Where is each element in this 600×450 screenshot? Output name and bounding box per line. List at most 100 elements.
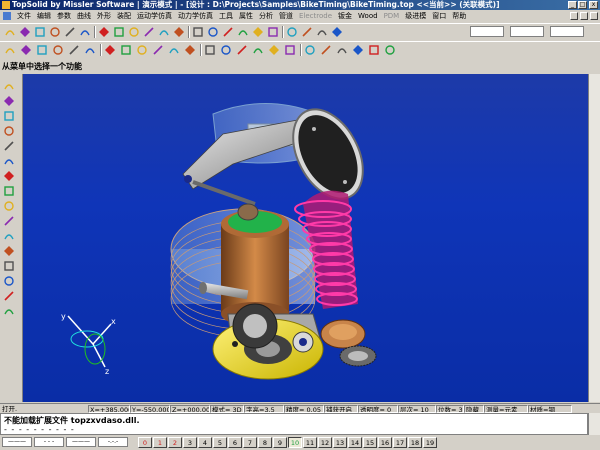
status-measure[interactable]: 测量=元素 — [484, 405, 528, 413]
line-style-box[interactable]: ——— — [2, 437, 32, 447]
pen-combo[interactable] — [550, 26, 584, 37]
hole-icon[interactable] — [320, 44, 332, 56]
electrode-icon[interactable] — [3, 305, 17, 319]
component-icon[interactable] — [3, 245, 17, 259]
line-icon[interactable] — [4, 44, 16, 56]
layer-button-5[interactable]: 5 — [213, 437, 227, 448]
paste-icon[interactable] — [143, 26, 155, 38]
app-icon[interactable] — [2, 1, 10, 9]
line-style-box[interactable]: - - - — [34, 437, 64, 447]
surface-icon[interactable] — [3, 125, 17, 139]
print-icon[interactable] — [49, 26, 61, 38]
status-material[interactable]: 材质=钢 — [528, 405, 572, 413]
spline-icon[interactable] — [84, 44, 96, 56]
rectangle-icon[interactable] — [52, 44, 64, 56]
layer-button-19[interactable]: 19 — [423, 437, 437, 448]
dimension-icon[interactable] — [352, 44, 364, 56]
boolean-icon[interactable] — [268, 44, 280, 56]
minimize-button[interactable]: _ — [568, 1, 577, 9]
point-icon[interactable] — [120, 44, 132, 56]
rotate-icon[interactable] — [222, 26, 234, 38]
status-snap[interactable]: 捕获开启 — [324, 405, 358, 413]
grid-icon[interactable] — [331, 26, 343, 38]
doc-close-button[interactable] — [590, 12, 598, 20]
status-precision[interactable]: 精度= 0.05 — [284, 405, 324, 413]
cut-icon[interactable] — [336, 44, 348, 56]
menu-item[interactable]: 动力学仿真 — [175, 10, 216, 22]
library-icon[interactable] — [3, 275, 17, 289]
curve-icon[interactable] — [3, 95, 17, 109]
measure-icon[interactable] — [192, 26, 204, 38]
menu-item[interactable]: 编辑 — [34, 10, 54, 22]
window-icon[interactable] — [173, 26, 185, 38]
layer-button-8[interactable]: 8 — [258, 437, 272, 448]
layer-button-15[interactable]: 15 — [363, 437, 377, 448]
circle-icon[interactable] — [36, 44, 48, 56]
wood-icon[interactable] — [3, 290, 17, 304]
layer-button-3[interactable]: 3 — [183, 437, 197, 448]
delete-icon[interactable] — [98, 26, 110, 38]
cut-icon[interactable] — [113, 26, 125, 38]
shape-icon[interactable] — [3, 140, 17, 154]
status-transparency[interactable]: 透明度= 0 — [358, 405, 398, 413]
material-icon[interactable] — [3, 230, 17, 244]
arc-icon[interactable] — [20, 44, 32, 56]
inquire-icon[interactable] — [384, 44, 396, 56]
layer-button-1[interactable]: 1 — [153, 437, 167, 448]
menu-item[interactable]: 帮助 — [449, 10, 469, 22]
doc-restore-button[interactable] — [580, 12, 588, 20]
menu-item[interactable]: 工具 — [216, 10, 236, 22]
engine-model[interactable]: y x z — [23, 74, 588, 402]
redo-icon[interactable] — [79, 26, 91, 38]
menu-item[interactable]: 级进模 — [402, 10, 429, 22]
menu-item[interactable]: PDM — [381, 10, 403, 22]
status-layer[interactable]: 层次= 10 — [398, 405, 436, 413]
message-scrollbar[interactable] — [588, 413, 600, 435]
menu-item[interactable]: 装配 — [114, 10, 134, 22]
menu-item[interactable]: 文件 — [14, 10, 34, 22]
layer-icon[interactable] — [267, 26, 279, 38]
menu-item[interactable]: 管道 — [276, 10, 296, 22]
menu-item[interactable]: 属性 — [236, 10, 256, 22]
graphics-viewport[interactable]: y x z — [23, 74, 588, 402]
extrude-icon[interactable] — [168, 44, 180, 56]
color-icon[interactable] — [286, 26, 298, 38]
layer-button-10[interactable]: 10 — [288, 437, 302, 448]
line-style-icon[interactable] — [301, 26, 313, 38]
layer-button-9[interactable]: 9 — [273, 437, 287, 448]
chain-icon[interactable] — [3, 200, 17, 214]
zoom-icon[interactable] — [158, 26, 170, 38]
revolve-icon[interactable] — [184, 44, 196, 56]
status-view-mode[interactable]: 模式= 3D — [210, 405, 244, 413]
view-icon[interactable] — [237, 26, 249, 38]
layer-button-14[interactable]: 14 — [348, 437, 362, 448]
menu-item[interactable]: 运动学仿真 — [134, 10, 175, 22]
maximize-button[interactable]: □ — [578, 1, 587, 9]
layer-button-12[interactable]: 12 — [318, 437, 332, 448]
doc-minimize-button[interactable] — [570, 12, 578, 20]
mold-icon[interactable] — [3, 260, 17, 274]
linestyle-combo[interactable] — [510, 26, 544, 37]
undo-icon[interactable] — [64, 26, 76, 38]
sweep-icon[interactable] — [204, 44, 216, 56]
mirror-icon[interactable] — [304, 44, 316, 56]
fillet-icon[interactable] — [220, 44, 232, 56]
viewport-scrollbar[interactable] — [588, 74, 600, 402]
open-icon[interactable] — [19, 26, 31, 38]
shell-icon[interactable] — [252, 44, 264, 56]
copy-icon[interactable] — [128, 26, 140, 38]
status-hidden[interactable]: 隐藏 — [464, 405, 484, 413]
menu-item[interactable]: 曲线 — [74, 10, 94, 22]
solid-icon[interactable] — [3, 110, 17, 124]
line-style-box[interactable]: ——— — [66, 437, 96, 447]
close-button[interactable]: x — [589, 1, 598, 9]
menu-item[interactable]: Electrode — [296, 10, 335, 22]
pan-icon[interactable] — [207, 26, 219, 38]
pen-icon[interactable] — [316, 26, 328, 38]
menu-item[interactable]: 分析 — [256, 10, 276, 22]
layer-button-11[interactable]: 11 — [303, 437, 317, 448]
layer-button-6[interactable]: 6 — [228, 437, 242, 448]
axis-icon[interactable] — [252, 26, 264, 38]
layer-button-17[interactable]: 17 — [393, 437, 407, 448]
menu-item[interactable]: 外形 — [94, 10, 114, 22]
